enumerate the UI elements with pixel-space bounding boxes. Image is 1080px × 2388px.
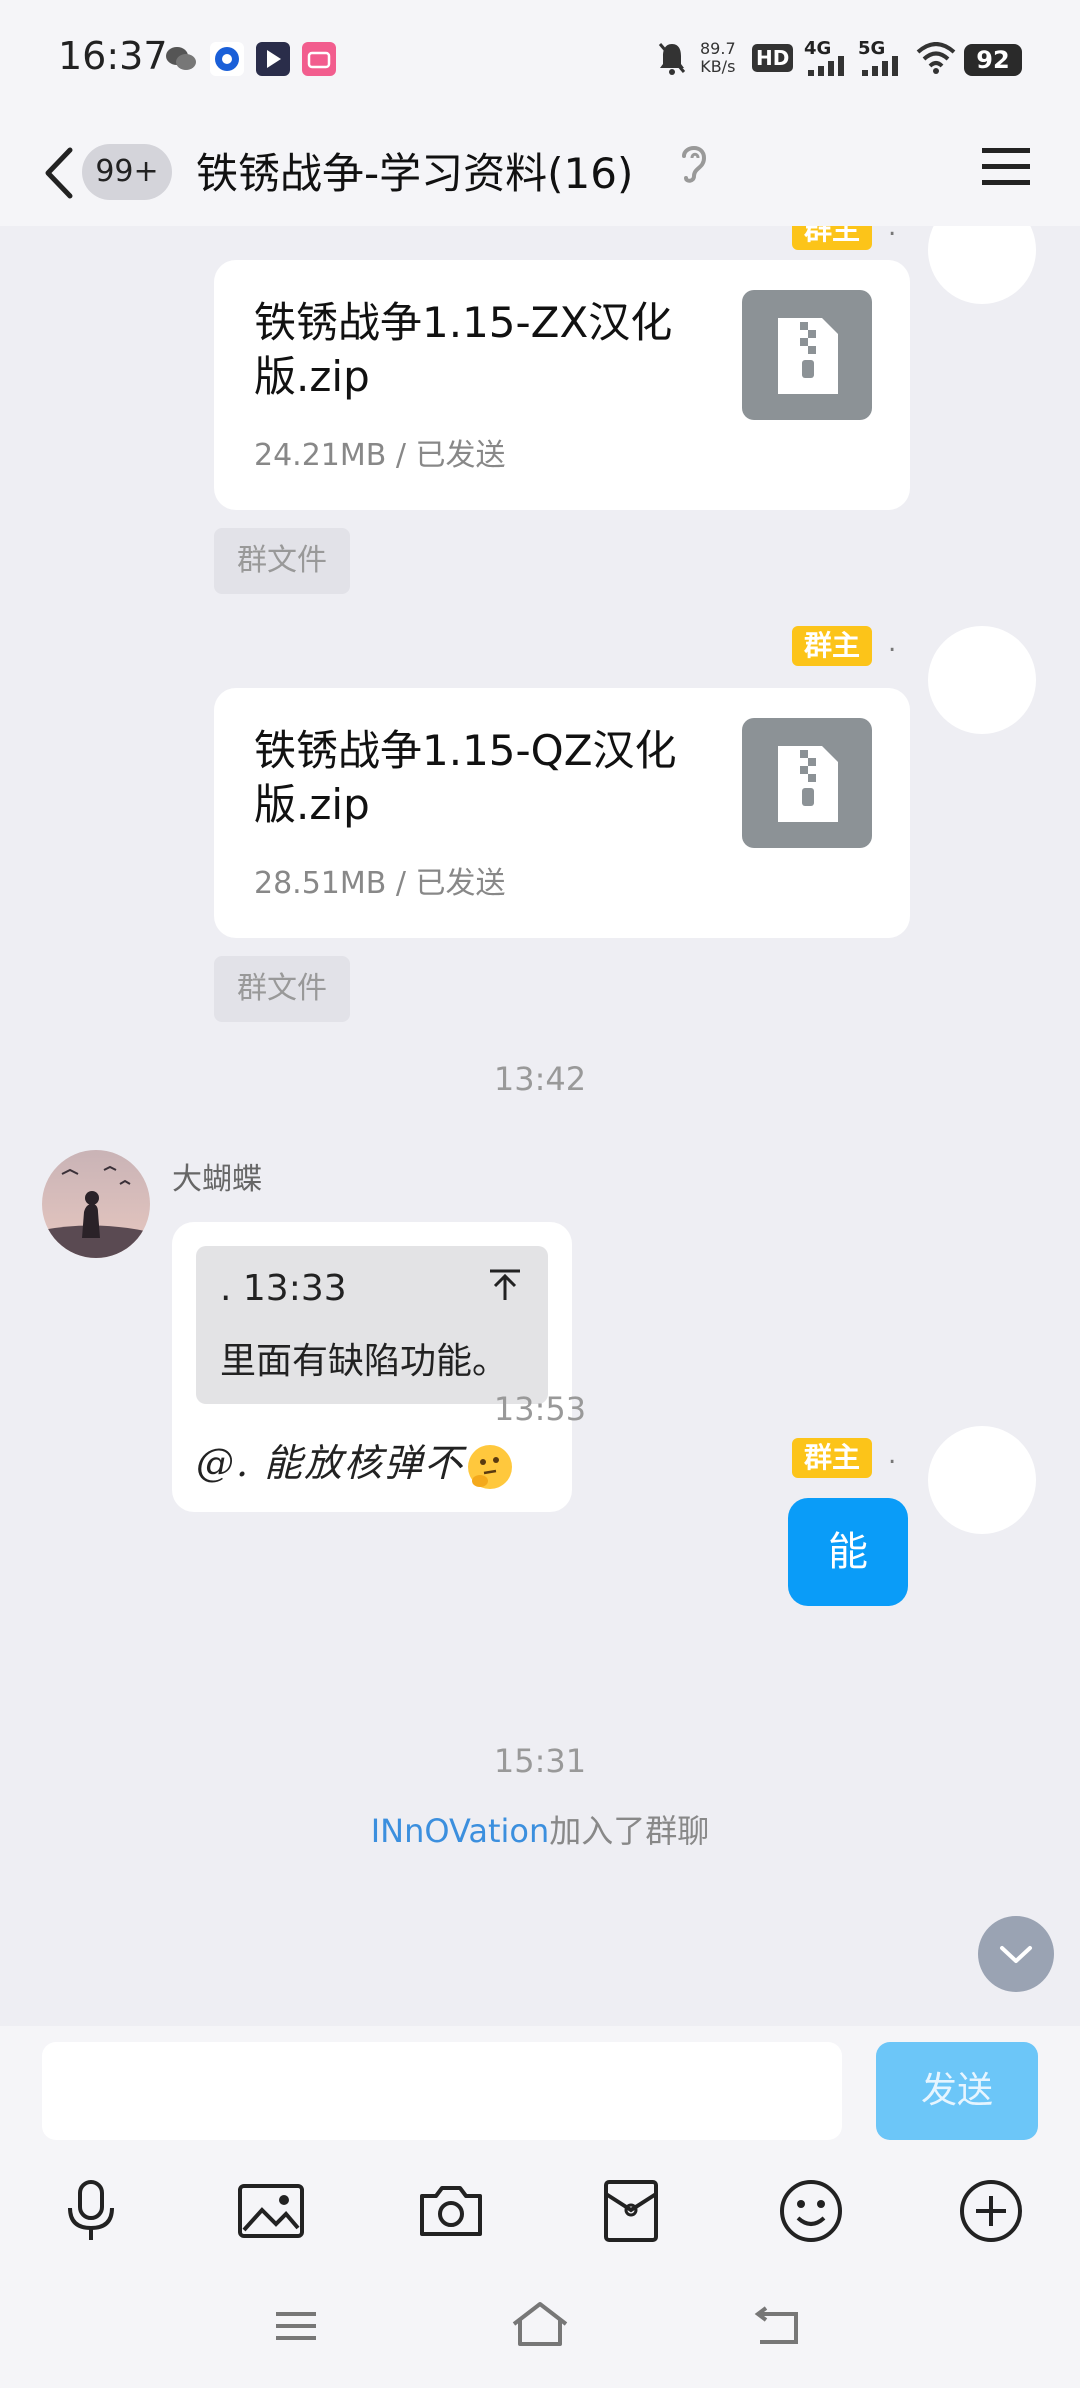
signal-4g-icon <box>808 56 846 80</box>
zip-file-icon <box>742 718 872 848</box>
app-icon-play <box>256 42 290 76</box>
owner-tag: 群主 <box>792 1438 873 1478</box>
file-message-card[interactable]: 铁锈战争1.15-QZ汉化版.zip 28.51MB / 已发送 <box>214 688 910 938</box>
menu-button[interactable] <box>978 136 1048 206</box>
message-bubble[interactable]: . 13:33 里面有缺陷功能。 @. 能放核弹不 <box>172 1222 572 1512</box>
owner-tag: 群主 <box>792 626 873 666</box>
sender-dot: . <box>888 1440 897 1470</box>
message-bubble[interactable]: 能 <box>788 1498 908 1606</box>
app-icon-blue <box>210 42 244 76</box>
timestamp: 13:53 <box>493 1390 587 1428</box>
group-file-tag[interactable]: 群文件 <box>214 956 350 1022</box>
avatar[interactable] <box>928 626 1036 734</box>
avatar[interactable] <box>42 1150 150 1258</box>
quoted-message[interactable]: . 13:33 里面有缺陷功能。 <box>196 1246 548 1404</box>
group-file-tag[interactable]: 群文件 <box>214 528 350 594</box>
avatar[interactable] <box>928 226 1036 304</box>
avatar[interactable] <box>928 1426 1036 1534</box>
back-button[interactable]: 99+ <box>36 128 186 218</box>
battery-indicator: 92 <box>964 44 1022 76</box>
file-name: 铁锈战争1.15-QZ汉化版.zip <box>254 726 677 829</box>
hd-icon: HD <box>752 44 794 72</box>
file-meta: 28.51MB / 已发送 <box>254 866 506 901</box>
status-bar: 16:37 89.7 KB/s HD 4G 5G 92 <box>0 0 1080 118</box>
join-notice: INnOVation加入了群聊 <box>370 1812 710 1850</box>
input-toolbar <box>0 2156 1080 2266</box>
zip-file-icon <box>742 290 872 420</box>
sender-dot: . <box>888 226 897 242</box>
owner-tag: 群主 <box>792 226 873 250</box>
image-icon[interactable] <box>236 2176 306 2246</box>
back-icon[interactable] <box>748 2296 818 2356</box>
input-bar: 发送 <box>0 2026 1080 2156</box>
menu-icon[interactable] <box>266 2296 336 2356</box>
sender-name: 大蝴蝶 <box>172 1162 262 1197</box>
file-message-card[interactable]: 铁锈战争1.15-ZX汉化版.zip 24.21MB / 已发送 <box>214 260 910 510</box>
timestamp: 13:42 <box>493 1060 587 1098</box>
red-packet-icon[interactable] <box>596 2176 666 2246</box>
jump-to-quote-icon[interactable] <box>488 1268 522 1306</box>
plus-icon[interactable] <box>956 2176 1026 2246</box>
quote-header: . 13:33 <box>220 1268 347 1309</box>
chat-header: 99+ 铁锈战争-学习资料(16) <box>0 118 1080 226</box>
ear-icon[interactable] <box>676 140 710 188</box>
chevron-down-icon <box>1000 1946 1032 1963</box>
mute-icon <box>656 40 688 80</box>
message-input[interactable] <box>42 2042 842 2140</box>
emoji-icon[interactable] <box>776 2176 846 2246</box>
page-title: 铁锈战争-学习资料(16) <box>196 149 634 198</box>
thinking-emoji-icon <box>468 1444 513 1489</box>
message-text: @. 能放核弹不 <box>196 1432 513 1489</box>
camera-icon[interactable] <box>416 2176 486 2246</box>
timestamp: 15:31 <box>493 1742 587 1780</box>
hamburger-icon <box>982 148 1030 185</box>
microphone-icon[interactable] <box>56 2176 126 2246</box>
file-meta: 24.21MB / 已发送 <box>254 438 506 473</box>
bilibili-icon <box>302 42 336 76</box>
status-time: 16:37 <box>58 34 168 78</box>
member-link[interactable]: INnOVation <box>371 1812 550 1850</box>
quote-text: 里面有缺陷功能。 <box>220 1341 509 1382</box>
file-name: 铁锈战争1.15-ZX汉化版.zip <box>254 298 673 401</box>
chat-area[interactable]: 群主 . 铁锈战争1.15-ZX汉化版.zip 24.21MB / 已发送 群文… <box>0 226 1080 2026</box>
signal-5g-icon <box>862 56 900 80</box>
sender-dot: . <box>888 628 897 658</box>
wechat-icon <box>164 42 198 76</box>
chevron-left-icon <box>42 146 76 204</box>
home-icon[interactable] <box>508 2296 578 2356</box>
wifi-icon <box>916 42 956 78</box>
scroll-to-bottom-button[interactable] <box>978 1916 1054 1992</box>
send-button[interactable]: 发送 <box>876 2042 1038 2140</box>
net-speed: 89.7 KB/s <box>700 39 736 76</box>
unread-badge: 99+ <box>82 144 172 200</box>
system-navbar <box>0 2266 1080 2388</box>
